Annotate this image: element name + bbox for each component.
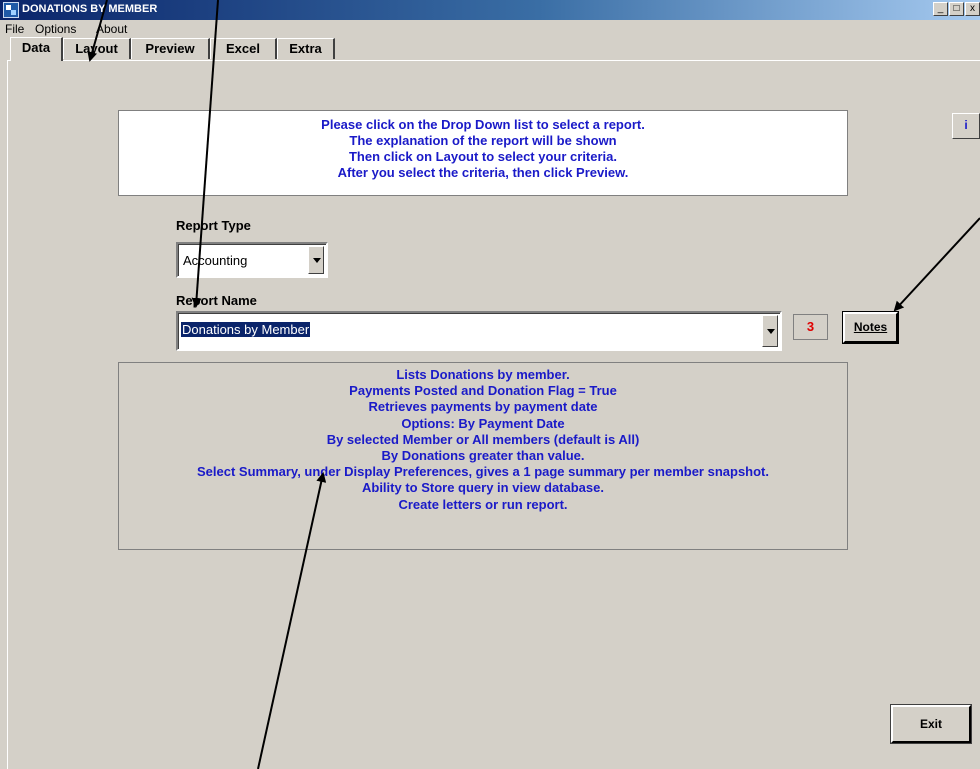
report-name-select[interactable]: Donations by Member: [176, 311, 782, 351]
menu-about[interactable]: About: [96, 22, 127, 36]
notes-button-label: Notes: [853, 320, 888, 334]
explanation-line: By selected Member or All members (defau…: [326, 431, 640, 447]
info-button[interactable]: i: [952, 113, 980, 139]
menu-file[interactable]: File: [5, 22, 24, 36]
arrow-to-notes-button: [893, 217, 980, 312]
minimize-button[interactable]: _: [933, 2, 948, 16]
notes-count-badge: 3: [793, 314, 828, 340]
explanation-line: Retrieves payments by payment date: [368, 399, 598, 415]
app-window: DONATIONS BY MEMBER _ □ x File Options Abo…: [0, 0, 980, 769]
report-name-dropdown-button[interactable]: [762, 315, 778, 347]
instruction-line: Then click on Layout to select your crit…: [348, 149, 618, 164]
menu-bar: File Options About: [0, 20, 980, 38]
report-type-value: Accounting: [183, 253, 248, 268]
menu-options[interactable]: Options: [35, 22, 76, 36]
tab-extra[interactable]: Extra: [277, 38, 335, 59]
explanation-line: Ability to Store query in view database.: [361, 480, 604, 496]
tab-body-border: [7, 60, 980, 61]
report-type-dropdown-button[interactable]: [308, 246, 324, 274]
close-button[interactable]: x: [965, 2, 980, 16]
explanation-line: Options: By Payment Date: [401, 415, 565, 431]
instruction-line: After you select the criteria, then clic…: [337, 165, 629, 180]
explanation-line: Payments Posted and Donation Flag = True: [349, 383, 617, 399]
instruction-line: The explanation of the report will be sh…: [349, 133, 617, 148]
title-bar[interactable]: DONATIONS BY MEMBER _ □ x: [0, 0, 980, 20]
exit-button[interactable]: Exit: [890, 704, 972, 744]
report-explanation-panel: Lists Donations by member. Payments Post…: [118, 362, 848, 550]
window-title: DONATIONS BY MEMBER: [22, 3, 158, 15]
report-name-value: Donations by Member: [181, 322, 311, 337]
instructions-panel: Please click on the Drop Down list to se…: [118, 110, 848, 196]
window-controls: _ □ x: [932, 2, 980, 20]
maximize-button[interactable]: □: [949, 2, 964, 16]
tab-preview[interactable]: Preview: [131, 38, 210, 59]
app-icon: [3, 2, 19, 18]
tab-data[interactable]: Data: [10, 37, 63, 61]
explanation-line: Select Summary, under Display Preference…: [197, 464, 769, 480]
notes-button[interactable]: Notes: [842, 311, 899, 344]
explanation-line: Lists Donations by member.: [396, 367, 570, 382]
explanation-line: By Donations greater than value.: [381, 448, 585, 464]
explanation-line: Create letters or run report.: [398, 496, 568, 512]
report-name-label: Report Name: [176, 293, 257, 308]
instruction-line: Please click on the Drop Down list to se…: [321, 117, 645, 132]
report-type-select[interactable]: Accounting: [176, 242, 328, 278]
tab-excel[interactable]: Excel: [210, 38, 277, 59]
tab-body-left-border: [7, 60, 8, 769]
tab-layout[interactable]: Layout: [63, 38, 131, 59]
report-type-label: Report Type: [176, 218, 251, 233]
